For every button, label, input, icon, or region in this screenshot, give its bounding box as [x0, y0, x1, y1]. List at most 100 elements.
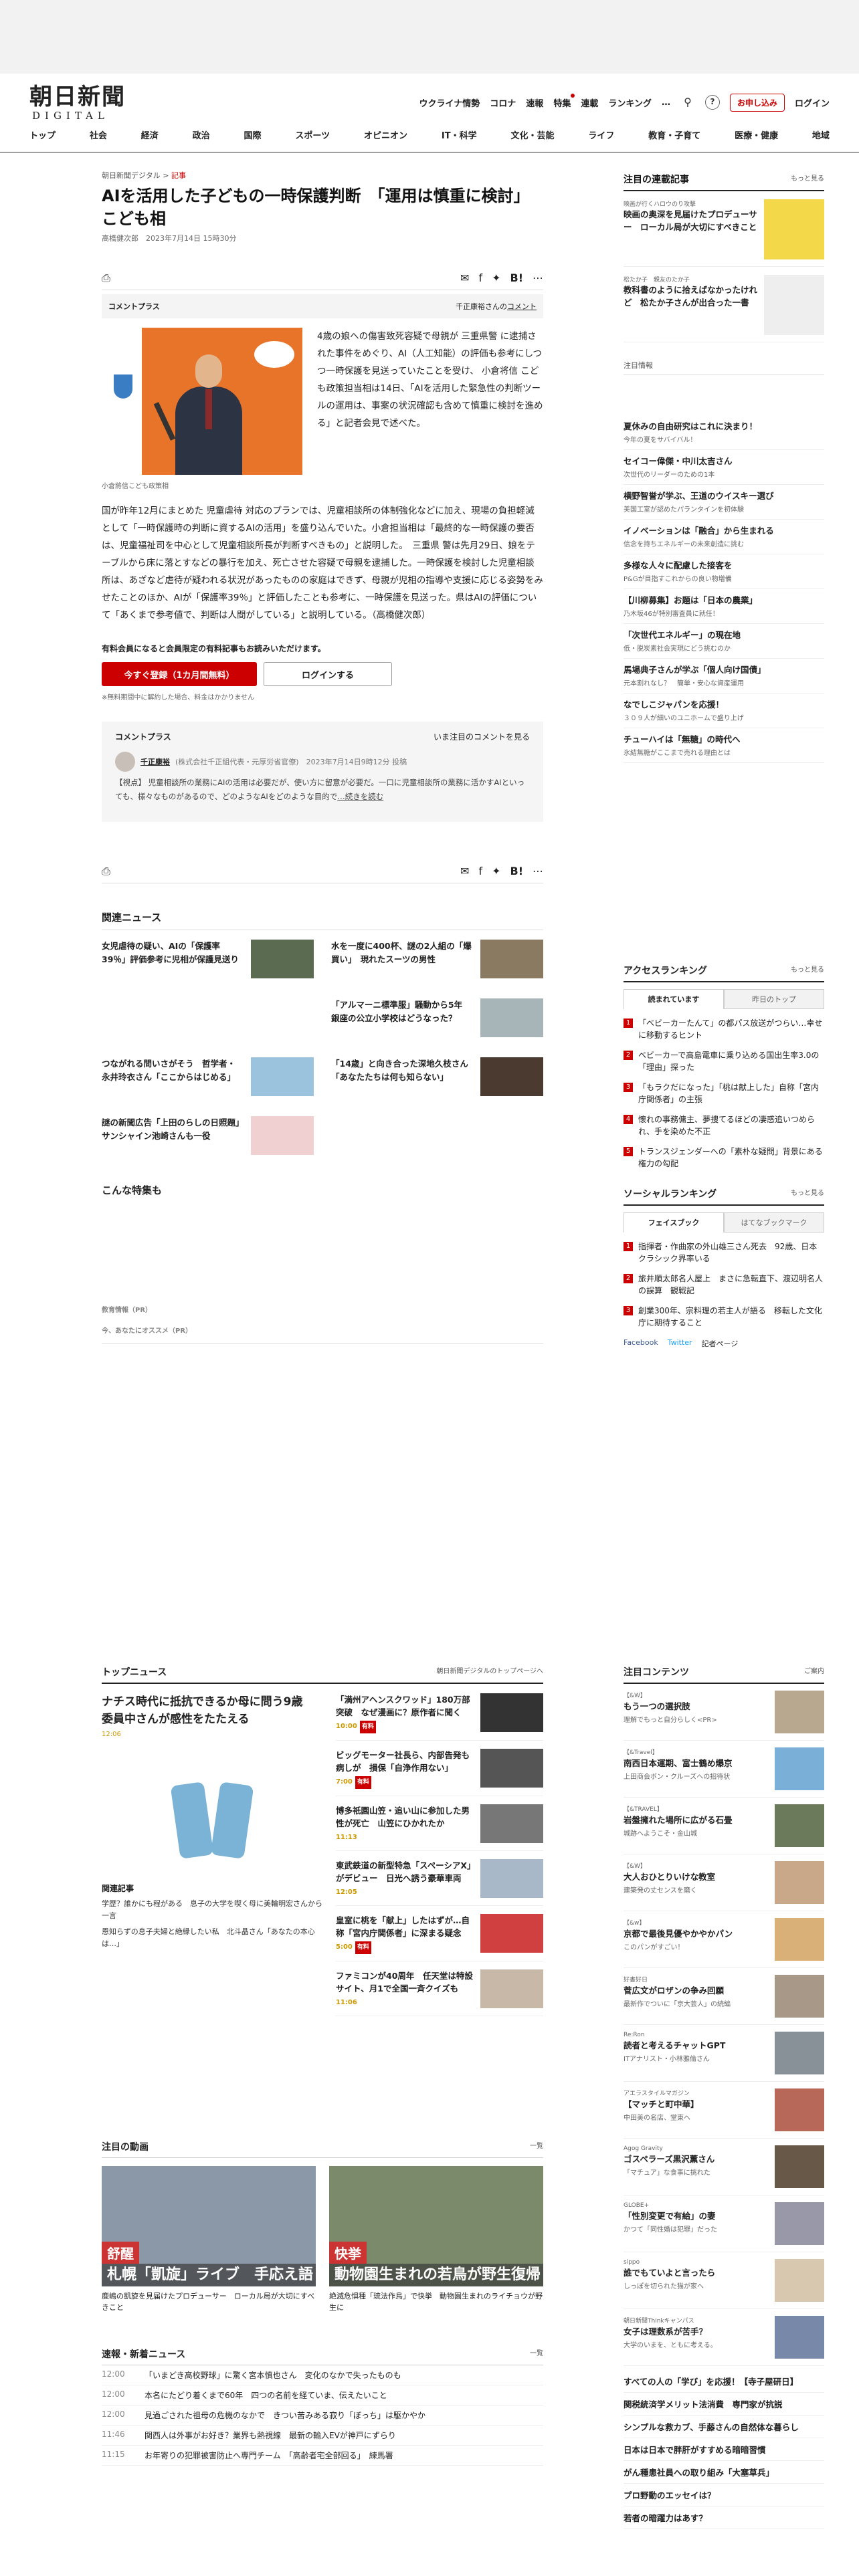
content-item[interactable]: Agog Gravity ゴスペラーズ黒沢薫さん 「マチュア」な食事に挑れた — [624, 2139, 824, 2195]
lead-image[interactable] — [162, 1750, 262, 1870]
content-item[interactable]: 【&W】 大人おひとりいけな教室 建築発の丈センスを磨く — [624, 1854, 824, 1911]
register-button[interactable]: 今すぐ登録（1カ月間無料） — [102, 662, 257, 686]
help-icon[interactable]: ? — [704, 95, 720, 110]
mainnav-opinion[interactable]: オピニオン — [364, 128, 407, 141]
mainnav-society[interactable]: 社会 — [90, 128, 107, 141]
ranking-item[interactable]: 3 「もラクだになった」「桃は献上した」自称「宮内庁関係者」の主張 — [624, 1077, 824, 1109]
nav-ranking[interactable]: ランキング — [608, 96, 652, 109]
related-item[interactable]: つながれる問いさがそう 哲学者・永井玲衣さん「ここからはじめる」 — [102, 1057, 314, 1097]
lead-headline[interactable]: ナチス時代に抵抗できるか母に問う9歳 委員中さんが感性をたたえる — [102, 1693, 322, 1728]
social-ranking-more[interactable]: もっと見る — [791, 1187, 824, 1200]
content-item[interactable]: GLOBE+ 「性別変更で有給」の妻 かつて「同性婚は犯罪」だった — [624, 2195, 824, 2252]
video-card[interactable]: 舒醒 札幌「凱旋」ライブ 手応え語る 鹿嶋の凱旋を見届けたプロデューサー ローカ… — [102, 2166, 316, 2313]
mainnav-it-science[interactable]: IT・科学 — [442, 128, 477, 141]
pick-item[interactable]: チューハイは「無糖」の時代へ 氷結無糖がここまで売れる理由とは — [624, 728, 824, 763]
related-item[interactable]: 女児虐待の疑い、AIの「保護率39％」評価参考に児相が保護見送り — [102, 940, 314, 980]
access-ranking-more[interactable]: もっと見る — [791, 964, 824, 977]
hatena-icon[interactable]: B! — [510, 865, 524, 877]
news-item[interactable]: ファミコンが40周年 任天堂は特設サイト、月1で全国一斉クイズも 11:06 — [336, 1969, 543, 2016]
content-item[interactable]: 【&W】 もう一つの選択肢 理解でもっと自分らしく<PR> — [624, 1684, 824, 1741]
more-icon[interactable]: ⋯ — [533, 272, 543, 284]
pick-item[interactable]: 夏休みの自由研究はこれに決まり！ 今年の夏をサバイバル！ — [624, 415, 824, 450]
top-news-more[interactable]: 朝日新聞デジタルのトップページへ — [436, 1665, 543, 1679]
tab-yesterday[interactable]: 昨日のトップ — [724, 989, 824, 1009]
breaking-more[interactable]: 一覧 — [530, 2347, 543, 2361]
content-item[interactable]: 朝日新聞Thinkキャンパス 女子は理数系が苦手？ 大学のいまを、ともに考える。 — [624, 2309, 824, 2366]
twitter-icon[interactable]: ✦ — [492, 865, 500, 877]
related-item[interactable]: 水を一度に400杯、謎の2人組の「爆買い」 現れたスーツの男性 — [331, 940, 543, 980]
mainnav-international[interactable]: 国際 — [244, 128, 262, 141]
nav-corona[interactable]: コロナ — [490, 96, 516, 109]
plain-link[interactable]: シンプルな救カブ、手藤さんの自然体な暮らし — [624, 2416, 824, 2438]
news-item[interactable]: 博多祇園山笠・追い山に参加した男性が死亡 山笠にひかれたか 11:13 — [336, 1804, 543, 1851]
breaking-item[interactable]: 12:00 本名にたどり着くまで60年 四つの名前を経ていま、伝えたいこと — [102, 2385, 543, 2405]
news-item[interactable]: 皇室に桃を「献上」したはずが…自称「宮内庁関係者」に深まる疑念 5:00 有料 — [336, 1914, 543, 1961]
crumb-category[interactable]: 記事 — [171, 171, 186, 180]
series-item[interactable]: 松たか子 親友のたか子 教科書のように拾えばなかったけれど 松たか子さんが出合った… — [624, 275, 824, 342]
related-article[interactable]: 恩知らずの息子夫婦と絶縁したい私 北斗晶さん「あなたの本心は…」 — [102, 1926, 322, 1950]
mainnav-politics[interactable]: 政治 — [193, 128, 210, 141]
print-icon[interactable]: ⎙ — [102, 865, 110, 878]
breaking-item[interactable]: 11:15 お年寄りの犯罪被害防止へ専門チーム 「高齢者宅全部回る」 練馬署 — [102, 2446, 543, 2466]
breaking-item[interactable]: 12:00 「いまどき高校野球」に驚く宮本慎也さん 変化のなかで失ったものも — [102, 2365, 543, 2385]
plain-link[interactable]: 関税統済学メリット法消費 専門家が抗説 — [624, 2393, 824, 2416]
content-item[interactable]: Re:Ron 読者と考えるチャットGPT ITアナリスト・小林雅倫さん — [624, 2025, 824, 2082]
tab-most-read[interactable]: 読まれています — [624, 989, 724, 1009]
nav-special[interactable]: 特集 — [553, 93, 575, 109]
reporter-page-link[interactable]: 記者ページ — [702, 1338, 739, 1349]
related-item[interactable]: 「アルマーニ標準服」騒動から5年 銀座の公立小学校はどうなった？ — [331, 998, 543, 1039]
avatar[interactable] — [115, 752, 135, 772]
video-card[interactable]: 快挙 動物園生まれの若鳥が野生復帰 絶滅危惧種「琉法作鳥」で快挙 動物園生まれの… — [329, 2166, 543, 2313]
mainnav-top[interactable]: トップ — [29, 128, 56, 141]
related-article[interactable]: 学歴？誰かにも程がある 息子の大学を喫く母に美輪明宏さんから一言 — [102, 1898, 322, 1922]
mainnav-region[interactable]: 地域 — [812, 128, 830, 141]
ranking-item[interactable]: 4 懐れの事務傭主、夢捜てるほどの凄惑追いつめられ、手を染めた不正 — [624, 1109, 824, 1142]
print-icon[interactable]: ⎙ — [102, 272, 110, 285]
plain-link[interactable]: プロ野動のエッセイは？ — [624, 2484, 824, 2506]
mainnav-economy[interactable]: 経済 — [141, 128, 159, 141]
comment-link[interactable]: コメント — [507, 302, 537, 311]
facebook-link[interactable]: Facebook — [624, 1338, 658, 1349]
login-button[interactable]: ログインする — [264, 662, 392, 686]
plain-link[interactable]: 若者の暗躍力はあす？ — [624, 2506, 824, 2529]
mainnav-education[interactable]: 教育・子育て — [648, 128, 700, 141]
ranking-item[interactable]: 5 トランスジェンダーへの「素朴な疑問」背景にある権力の勾配 — [624, 1142, 824, 1174]
related-item[interactable]: 「14歳」と向き合った深地久枝さん「あなたたちは何も知らない」 — [331, 1057, 543, 1097]
pick-item[interactable]: 多様な人々に配慮した接客を P&Gが目指すこれからの良い物増備 — [624, 554, 824, 589]
site-logo[interactable]: 朝日新聞 DIGITAL — [29, 84, 150, 122]
pick-item[interactable]: なでしこジャパンを応援！ ３０９人が細いのユニホームで盛り上げ — [624, 693, 824, 728]
ranking-item[interactable]: 1 指揮者・作曲家の外山雄三さん死去 92歳、日本クラシック界率いる — [624, 1237, 824, 1269]
facebook-icon[interactable]: f — [478, 272, 482, 284]
content-item[interactable]: 【&TRAVEL】 岩盤擁れた場所に広がる石畳 城跡へようこそ・金山城 — [624, 1798, 824, 1854]
series-item[interactable]: 映画が行くハロウのり攻撃 映画の奥深を見届けたプロデューサー ローカル局が大切にす… — [624, 199, 824, 267]
mainnav-sports[interactable]: スポーツ — [295, 128, 330, 141]
video-more[interactable]: 一覧 — [530, 2140, 543, 2153]
content-item[interactable]: アエラスタイルマガジン 【マッチと町中華】 中田美の名店、堂東へ — [624, 2082, 824, 2139]
breaking-item[interactable]: 11:46 関西人は外事がお好き？業界も熱視線 最新の輸入EVが神戸にずらり — [102, 2426, 543, 2446]
news-item[interactable]: 「満州アヘンスクワッド」180万部突破 なぜ漫画に？原作者に聞く 10:00 有料 — [336, 1693, 543, 1741]
mail-icon[interactable]: ✉ — [460, 272, 469, 284]
cbox-more-link[interactable]: いま注目のコメントを見る — [434, 731, 530, 742]
ranking-item[interactable]: 1 「ベビーカーたんて」の都パス放送がつらい…幸せに移動するヒント — [624, 1013, 824, 1045]
read-more-link[interactable]: …続きを読む — [337, 792, 383, 801]
pick-item[interactable]: 馬場典子さんが学ぶ「個人向け国債」 元本割れなし？ 簡単・安心な資産運用 — [624, 659, 824, 693]
nav-series[interactable]: 連載 — [581, 96, 598, 109]
tab-hatena[interactable]: はてなブックマーク — [724, 1212, 824, 1232]
pick-item[interactable]: 横野智誉が学ぶ、王道のウイスキー選び 美国工室が認めたパランタインを初体験 — [624, 485, 824, 520]
hatena-icon[interactable]: B! — [510, 272, 524, 284]
news-item[interactable]: 東武鉄道の新型特急「スペーシアX」がデビュー 日光へ誘う豪華車両 12:05 — [336, 1859, 543, 1906]
article-photo[interactable] — [102, 328, 302, 475]
nav-more[interactable]: … — [662, 98, 670, 108]
content-item[interactable]: 【&w】 京都で最後見優やかやかパン このパンがすごい！ — [624, 1911, 824, 1968]
plain-link[interactable]: がん種患社員への取り組み「大塞草兵」 — [624, 2461, 824, 2484]
content-item[interactable]: sippo 誰でもていよと言ったら しっぽを切られた猫が家へ — [624, 2252, 824, 2309]
crumb-site[interactable]: 朝日新聞デジタル — [102, 171, 161, 180]
mainnav-life[interactable]: ライフ — [588, 128, 614, 141]
search-icon[interactable]: ⚲ — [680, 95, 695, 110]
ranking-item[interactable]: 2 旅井順太郎名人屋上 まさに急転直下、渡辺明名人の誤算 観戦記 — [624, 1269, 824, 1301]
pick-item[interactable]: セイコー偉傑・中川太吉さん 次世代のリーダーのための1本 — [624, 450, 824, 485]
news-item[interactable]: ビッグモーター社長ら、内部告発も病しが 損保「自浄作用ない」 7:00 有料 — [336, 1749, 543, 1796]
series-more-link[interactable]: もっと見る — [791, 173, 824, 186]
mail-icon[interactable]: ✉ — [460, 865, 469, 877]
commenter-name[interactable]: 千正康裕 — [140, 756, 170, 767]
